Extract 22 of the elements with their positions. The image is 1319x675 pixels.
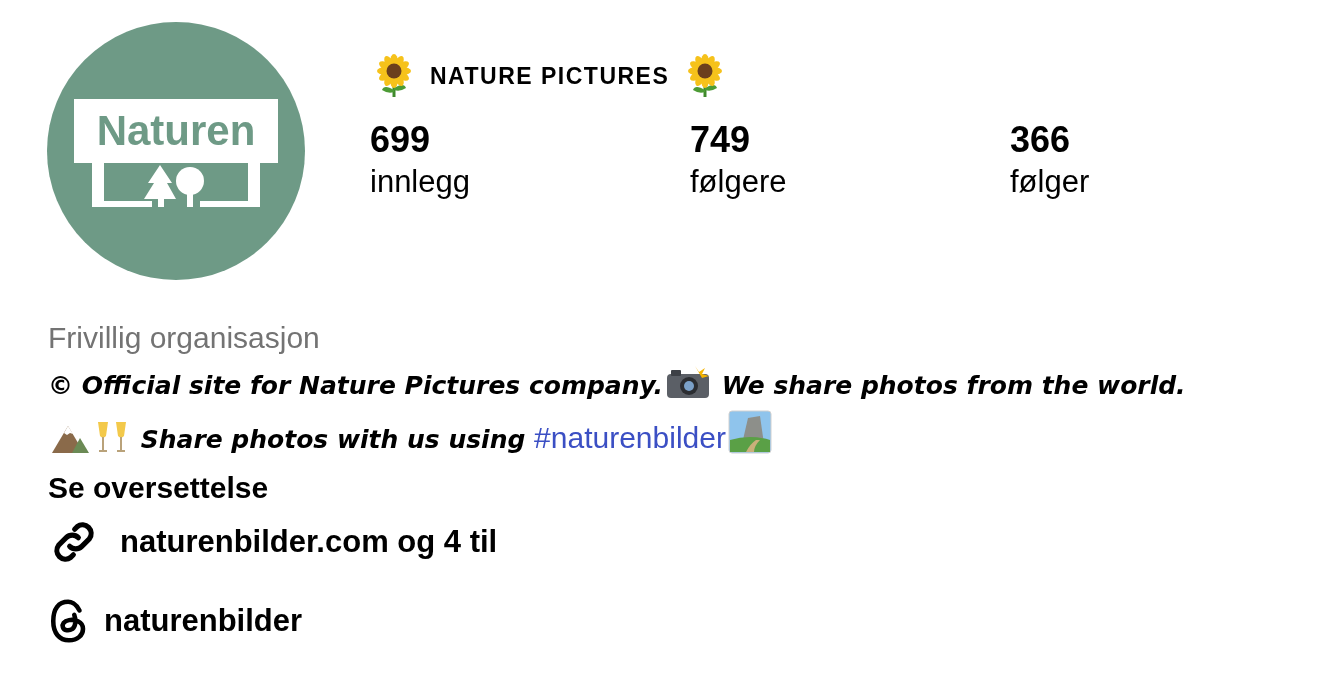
stat-label: innlegg: [370, 163, 470, 201]
stat-item[interactable]: 749 følgere: [690, 118, 1010, 202]
sunflower-icon: [374, 54, 414, 98]
logo-text: Naturen: [96, 110, 256, 152]
website-link[interactable]: naturenbilder.com og 4 til: [120, 518, 498, 566]
translate-link[interactable]: Se oversettelse: [48, 464, 269, 512]
threads-link[interactable]: naturenbilder: [104, 598, 303, 645]
stat-item[interactable]: 699 innlegg: [370, 118, 690, 202]
bio-text: We share photos from the world.: [720, 371, 1186, 400]
bio-text: © Official site for Nature Pictures company.: [48, 371, 664, 400]
stat-item[interactable]: 366 følger: [1010, 118, 1319, 202]
camera-icon: [665, 366, 712, 400]
stat-value: 699: [370, 118, 431, 162]
category-label: Frivillig organisasjon: [48, 320, 320, 356]
stat-label: følgere: [690, 163, 787, 201]
stat-label: følger: [1010, 163, 1090, 201]
landscape-icon: [727, 410, 772, 454]
stat-value: 749: [690, 118, 751, 162]
profile-name: NATURE PICTURES: [430, 61, 670, 91]
bio-text: Share photos with us using: [139, 425, 527, 454]
hashtag-link[interactable]: #naturenbilder: [534, 421, 726, 454]
stat-value: 366: [1010, 118, 1071, 162]
